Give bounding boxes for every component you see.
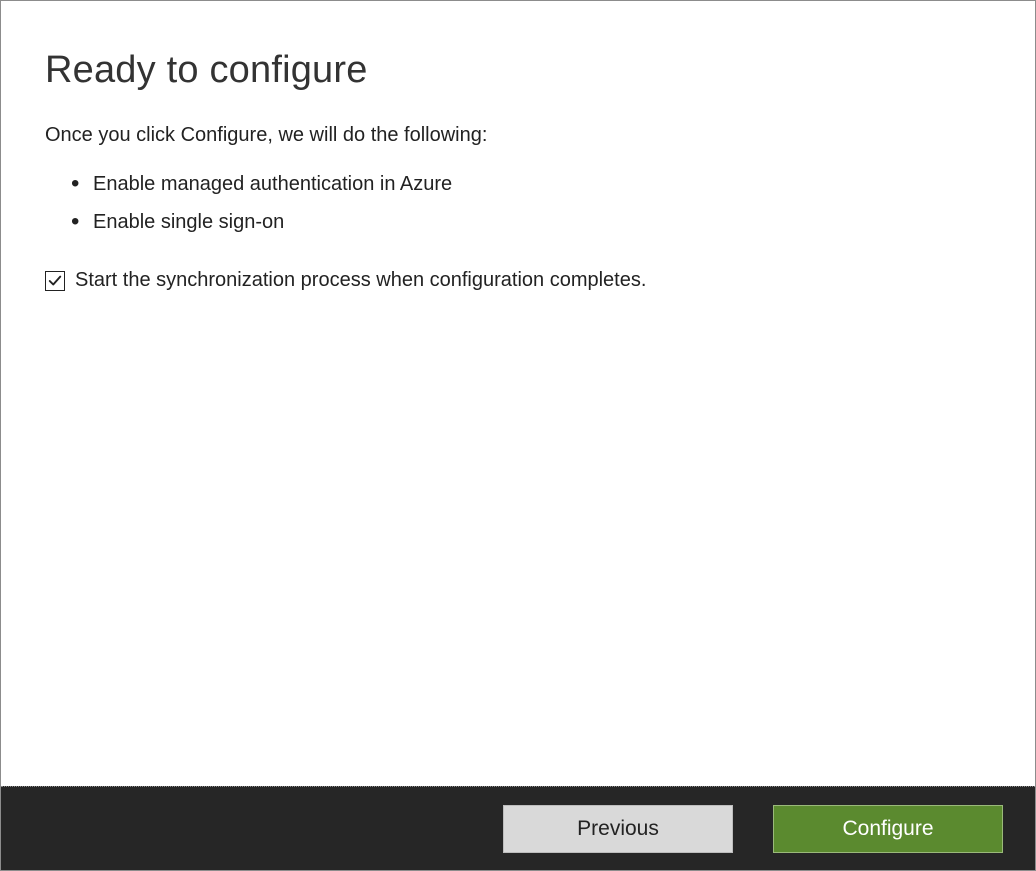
previous-button[interactable]: Previous xyxy=(503,805,733,853)
start-sync-checkbox[interactable] xyxy=(45,271,65,291)
checkmark-icon xyxy=(48,274,62,288)
wizard-footer: Previous Configure xyxy=(1,786,1035,870)
page-title: Ready to configure xyxy=(45,49,991,92)
main-content: Ready to configure Once you click Config… xyxy=(1,1,1035,786)
configure-button[interactable]: Configure xyxy=(773,805,1003,853)
start-sync-label: Start the synchronization process when c… xyxy=(75,269,646,292)
list-item: Enable managed authentication in Azure xyxy=(93,165,991,203)
intro-text: Once you click Configure, we will do the… xyxy=(45,124,991,147)
action-list: Enable managed authentication in Azure E… xyxy=(45,165,991,241)
start-sync-checkbox-row: Start the synchronization process when c… xyxy=(45,269,991,292)
list-item: Enable single sign-on xyxy=(93,203,991,241)
